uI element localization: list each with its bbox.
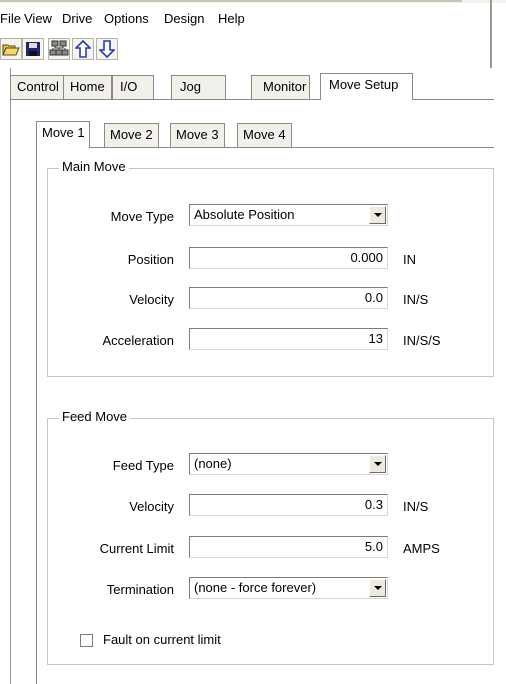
upload-arrow-icon[interactable] [72, 38, 94, 60]
current-limit-unit: AMPS [403, 541, 440, 556]
toolbar [0, 32, 490, 68]
menubar: File View Drive Options Design Help [0, 3, 490, 31]
menu-design[interactable]: Design [164, 11, 204, 26]
velocity-label: Velocity [129, 292, 174, 307]
save-disk-icon[interactable] [22, 38, 44, 60]
feed-type-label: Feed Type [112, 458, 174, 473]
tab-move-3[interactable]: Move 3 [170, 123, 225, 147]
chevron-down-icon [373, 213, 382, 217]
velocity-unit: IN/S [403, 292, 429, 307]
tab-move-1[interactable]: Move 1 [36, 121, 90, 148]
position-unit: IN [403, 252, 416, 267]
drives-network-icon[interactable] [48, 38, 70, 60]
tab-jog[interactable]: Jog [171, 75, 226, 99]
acceleration-input[interactable]: 13 [189, 328, 388, 350]
download-arrow-icon[interactable] [96, 38, 118, 60]
chevron-down-icon [373, 462, 382, 466]
title-strip-edge [0, 0, 462, 2]
termination-value: (none - force forever) [194, 580, 317, 595]
move-type-select[interactable]: Absolute Position [189, 204, 388, 226]
move-type-value: Absolute Position [194, 207, 295, 222]
menu-drive[interactable]: Drive [62, 11, 92, 26]
position-input[interactable]: 0.000 [189, 247, 388, 269]
acceleration-label: Acceleration [102, 333, 174, 348]
outer-tab-strip-line [10, 99, 494, 100]
current-limit-label: Current Limit [99, 541, 174, 556]
feed-move-title: Feed Move [59, 409, 131, 424]
menu-file[interactable]: File [0, 11, 21, 26]
menu-view[interactable]: View [24, 11, 52, 26]
fault-on-current-limit-checkbox[interactable] [80, 634, 93, 647]
feed-velocity-input[interactable]: 0.3 [189, 494, 388, 516]
tab-control[interactable]: Control [10, 75, 66, 99]
current-limit-input[interactable]: 5.0 [189, 536, 388, 558]
tab-move-2[interactable]: Move 2 [104, 123, 159, 147]
menu-help[interactable]: Help [218, 11, 245, 26]
acceleration-unit: IN/S/S [403, 333, 441, 348]
termination-label: Termination [106, 582, 174, 597]
tab-move-4[interactable]: Move 4 [237, 123, 292, 147]
chevron-down-icon [373, 586, 382, 590]
feed-velocity-label: Velocity [129, 499, 174, 514]
menu-options[interactable]: Options [104, 11, 149, 26]
feed-type-value: (none) [194, 456, 232, 471]
tab-home[interactable]: Home [63, 75, 112, 99]
position-label: Position [127, 252, 174, 267]
open-folder-icon[interactable] [0, 38, 22, 60]
tab-move-setup[interactable]: Move Setup [320, 73, 414, 100]
termination-select[interactable]: (none - force forever) [189, 577, 388, 599]
feed-type-dropdown-button[interactable] [369, 455, 386, 473]
velocity-input[interactable]: 0.0 [189, 287, 388, 309]
move-type-dropdown-button[interactable] [369, 206, 386, 224]
main-move-title: Main Move [59, 159, 129, 174]
move-type-label: Move Type [110, 209, 174, 224]
tab-monitor[interactable]: Monitor [251, 75, 311, 99]
feed-type-select[interactable]: (none) [189, 453, 388, 475]
termination-dropdown-button[interactable] [369, 579, 386, 597]
feed-velocity-unit: IN/S [403, 499, 429, 514]
fault-on-current-limit-label: Fault on current limit [103, 632, 221, 647]
tab-io[interactable]: I/O [112, 75, 155, 99]
